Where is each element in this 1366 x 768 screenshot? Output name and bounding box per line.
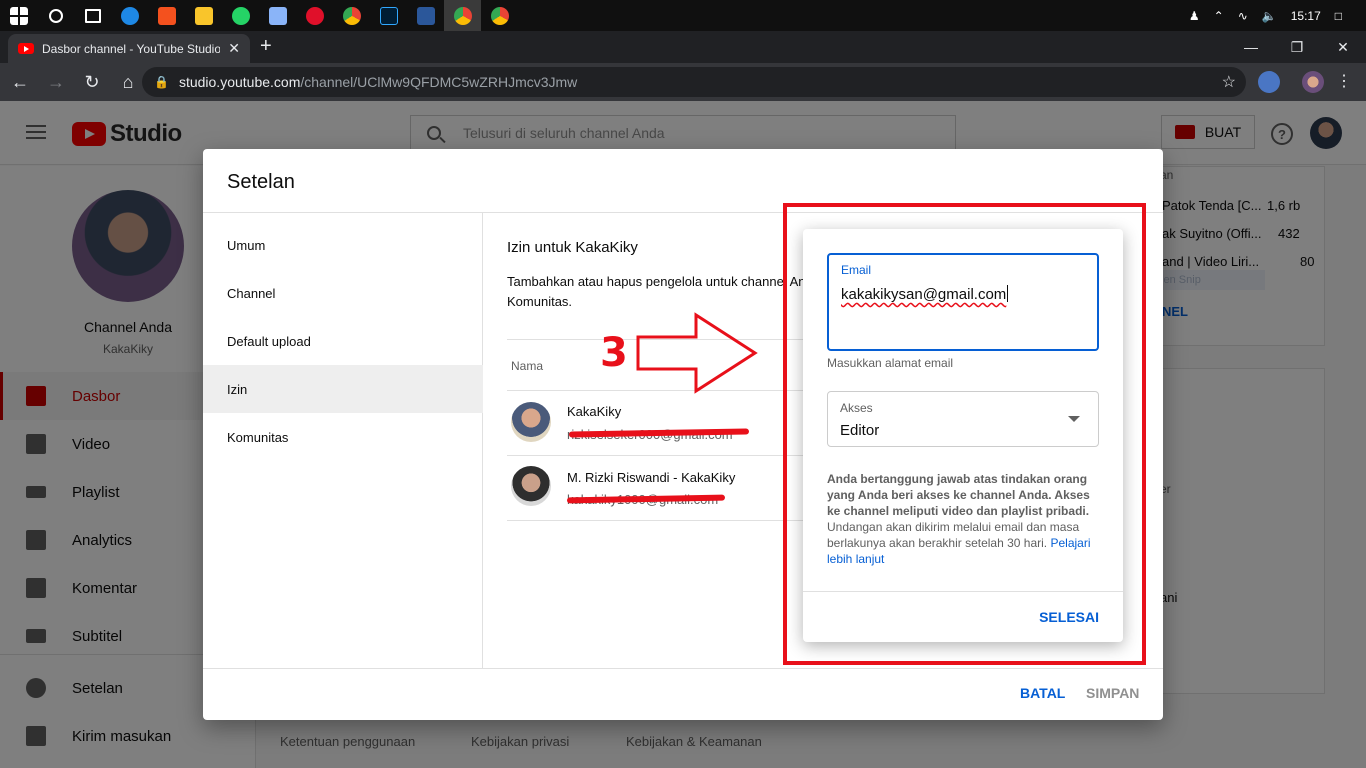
access-value: Editor [840,422,880,439]
browser-menu-icon[interactable]: ⋮ [1336,71,1352,93]
notes-icon[interactable] [259,0,296,31]
volume-icon[interactable]: 🔈 [1262,9,1277,23]
chrome-active-icon[interactable] [444,0,481,31]
windows-start-icon[interactable] [0,0,37,31]
file-explorer-icon[interactable] [185,0,222,31]
email-field[interactable]: Email kakakikysan@gmail.com [827,253,1099,351]
step-number-annotation: 3 [600,330,628,376]
search-icon[interactable] [37,0,74,31]
chrome-profile-icon[interactable] [481,0,518,31]
close-tab-icon[interactable]: ✕ [228,40,240,57]
email-label: Email [841,263,872,277]
note-bold: Anda bertanggung jawab atas tindakan ora… [827,472,1090,518]
settings-tab-umum[interactable]: Umum [203,221,483,269]
settings-tab-default-upload[interactable]: Default upload [203,317,483,365]
url-path: /channel/UClMw9QFDMC5wZRHJmcv3Jmw [300,74,578,90]
chrome-icon[interactable] [333,0,370,31]
address-bar[interactable]: 🔒 studio.youtube.com /channel/UClMw9QFDM… [142,67,1246,97]
people-icon[interactable]: ♟ [1189,9,1200,23]
divider [803,591,1123,592]
settings-nav: Umum Channel Default upload Izin Komunit… [203,213,483,668]
forward-icon[interactable]: → [40,66,72,98]
youtube-favicon-icon [18,43,34,54]
access-label: Akses [840,401,873,415]
bookmark-star-icon[interactable]: ☆ [1222,72,1236,92]
notification-icon[interactable]: □ [1335,9,1342,23]
settings-tab-channel[interactable]: Channel [203,269,483,317]
manager-avatar [511,466,551,506]
column-header-name: Nama [511,359,544,373]
whatsapp-icon[interactable] [222,0,259,31]
minimize-icon[interactable]: — [1228,31,1274,63]
manager-avatar [511,402,551,442]
settings-tab-izin[interactable]: Izin [203,365,483,413]
invite-dialog: Email kakakikysan@gmail.com Masukkan ala… [803,229,1123,642]
cancel-button[interactable]: BATAL [1020,685,1065,701]
note-plain: Undangan akan dikirim melalui email dan … [827,520,1080,550]
word-icon[interactable] [407,0,444,31]
divider [507,520,807,521]
manager-name: KakaKiky [567,404,622,419]
browser-toolbar: ← → ↻ ⌂ 🔒 studio.youtube.com /channel/UC… [0,63,1366,101]
permissions-title: Izin untuk KakaKiky [507,239,638,256]
annotation-arrow [636,312,758,394]
reload-icon[interactable]: ↻ [76,66,108,98]
clock[interactable]: 15:17 [1291,9,1321,23]
restore-icon[interactable]: ❐ [1274,31,1320,63]
task-view-icon[interactable] [74,0,111,31]
tab-title: Dasbor channel - YouTube Studio [42,41,221,56]
divider [203,668,1163,669]
windows-taskbar: ♟ ⌃ ∿ 🔈 15:17 □ [0,0,1366,31]
photoshop-icon[interactable] [370,0,407,31]
dialog-title: Setelan [227,171,295,193]
save-button[interactable]: SIMPAN [1086,685,1139,701]
recorder-icon[interactable] [148,0,185,31]
opera-icon[interactable] [296,0,333,31]
tab-strip: Dasbor channel - YouTube Studio ✕ [0,31,1366,63]
manager-name: M. Rizki Riswandi - KakaKiky [567,470,736,485]
permissions-description: Tambahkan atau hapus pengelola untuk cha… [507,274,806,309]
close-window-icon[interactable]: ✕ [1320,31,1366,63]
wifi-icon[interactable]: ∿ [1238,9,1248,23]
done-button[interactable]: SELESAI [1039,609,1099,625]
new-tab-icon[interactable]: + [260,35,272,58]
lock-icon[interactable]: 🔒 [154,75,169,89]
dropdown-arrow-icon [1068,416,1080,422]
divider [507,455,807,456]
edge-icon[interactable] [111,0,148,31]
back-icon[interactable]: ← [4,66,36,98]
access-select[interactable]: Akses Editor [827,391,1099,447]
text-caret [1007,285,1009,302]
chevron-up-icon[interactable]: ⌃ [1214,9,1224,23]
access-note: Anda bertanggung jawab atas tindakan ora… [827,471,1103,567]
system-tray: ♟ ⌃ ∿ 🔈 15:17 □ [1189,0,1366,31]
home-icon[interactable]: ⌂ [112,66,144,98]
browser-tab[interactable]: Dasbor channel - YouTube Studio ✕ [8,34,250,63]
settings-tab-komunitas[interactable]: Komunitas [203,413,483,461]
url-host: studio.youtube.com [178,74,301,90]
window-controls: — ❐ ✕ [1228,31,1366,63]
extension-icon[interactable] [1258,71,1280,93]
profile-avatar[interactable] [1302,71,1324,93]
email-hint: Masukkan alamat email [827,356,954,370]
email-value: kakakikysan@gmail.com [841,286,1007,303]
